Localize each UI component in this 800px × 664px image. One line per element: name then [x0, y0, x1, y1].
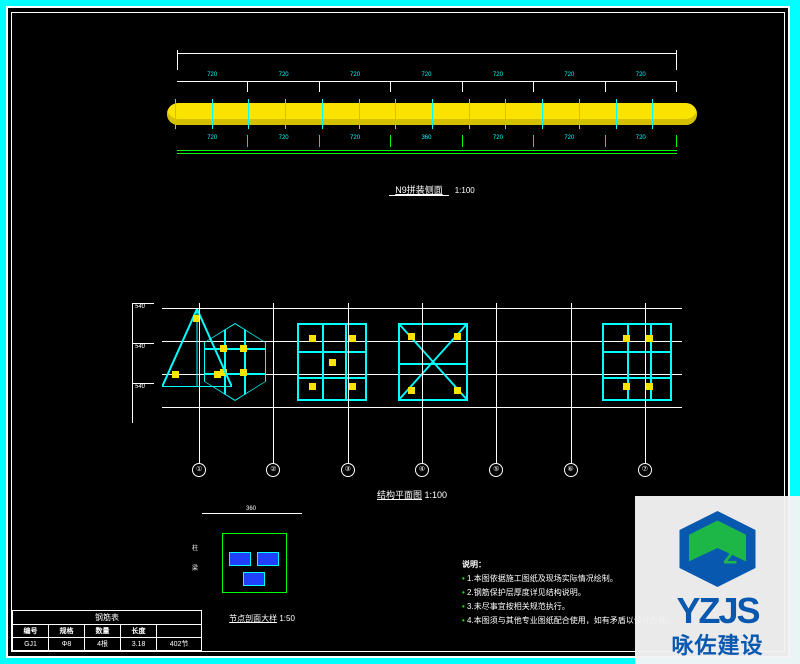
section-title: 节点剖面大样 1:50 [192, 613, 332, 624]
plan-view: 540 540 540 [132, 303, 692, 503]
watermark-subtext: 咏佐建设 [635, 628, 800, 660]
rebar-table: 钢筋表 编号 规格 数量 长度 GJ1 Φ8 4根 3.18 402节 [12, 610, 202, 651]
th: 规格 [49, 625, 85, 638]
grid-bubble: ④ [415, 463, 429, 477]
elevation-view: N9拼装侧面1:100 [167, 53, 697, 223]
dim-seg [177, 135, 248, 147]
table-row: GJ1 Φ8 4根 3.18 402节 [13, 638, 202, 651]
dim-seg [177, 82, 248, 92]
dim-seg [534, 135, 605, 147]
top-dim-string [177, 81, 677, 95]
section-outline [222, 533, 287, 593]
section-dim: 360 [202, 513, 302, 523]
dim-seg [606, 135, 677, 147]
th: 编号 [13, 625, 49, 638]
rib-grid [175, 99, 689, 129]
grid-bubble: ⑦ [638, 463, 652, 477]
section-label: 梁 [192, 563, 198, 572]
section-block [229, 552, 251, 566]
logo-icon: Z [670, 506, 765, 592]
plan-title: 结构平面图 1:100 [132, 488, 692, 501]
grid-bubble: ② [266, 463, 280, 477]
dim-seg [606, 82, 677, 92]
grid-bubble: ③ [341, 463, 355, 477]
vdim: 540 [133, 343, 154, 383]
section-label: 柱 [192, 543, 198, 552]
bottom-dim-string [177, 135, 677, 151]
th: 长度 [121, 625, 157, 638]
table-caption: 钢筋表 [12, 610, 202, 624]
dim-seg [391, 135, 462, 147]
dim-seg [463, 82, 534, 92]
dim-seg [248, 82, 319, 92]
section-detail: 360 柱 梁 节点剖面大样 1:50 [192, 513, 332, 633]
dim-seg [463, 135, 534, 147]
grid-bubble: ① [192, 463, 206, 477]
section-block [257, 552, 279, 566]
watermark-text: YZJS [635, 594, 800, 628]
elevation-title: N9拼装侧面1:100 [167, 183, 697, 196]
watermark: Z YZJS 咏佐建设 [635, 496, 800, 664]
vertical-dim: 540 540 540 [132, 303, 154, 423]
dim-seg [248, 135, 319, 147]
section-block [243, 572, 265, 586]
bottom-dim-ext [177, 153, 677, 154]
vdim: 540 [133, 383, 154, 423]
dim-seg [320, 82, 391, 92]
th [157, 625, 202, 638]
overall-dimension [177, 53, 677, 73]
dim-seg [534, 82, 605, 92]
th: 数量 [85, 625, 121, 638]
notes-heading: 说明： [462, 560, 486, 569]
dim-seg [391, 82, 462, 92]
grid-lines: ① ② ③ ④ ⑤ ⑥ ⑦ [162, 303, 682, 423]
grid-bubble: ⑥ [564, 463, 578, 477]
grid-bubble: ⑤ [489, 463, 503, 477]
vdim: 540 [133, 303, 154, 343]
svg-text:Z: Z [723, 542, 737, 568]
dim-seg [320, 135, 391, 147]
